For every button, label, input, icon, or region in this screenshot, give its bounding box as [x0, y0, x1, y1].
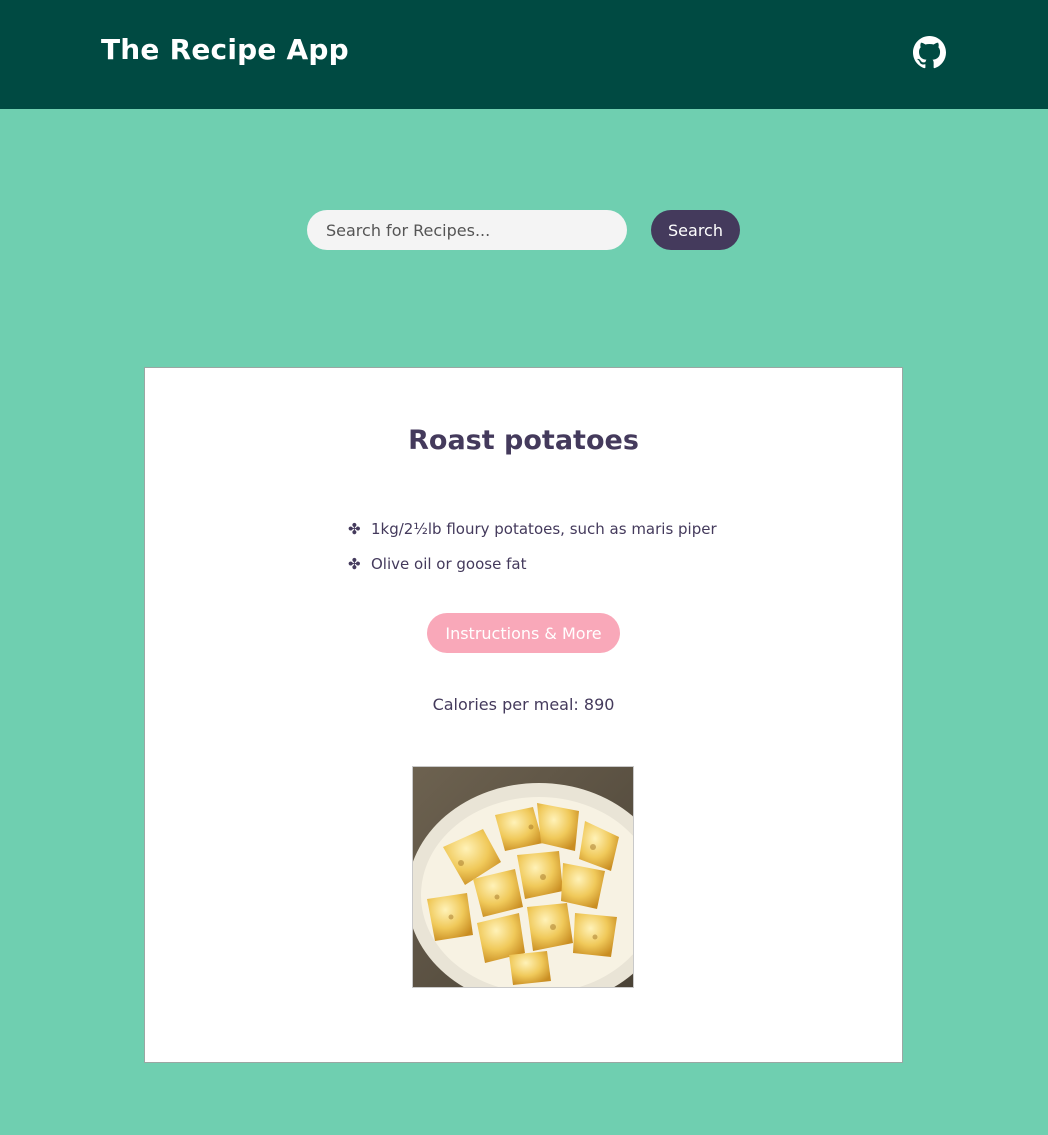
ingredient-text: Olive oil or goose fat — [371, 554, 527, 573]
ingredient-item: ✤ Olive oil or goose fat — [348, 546, 717, 581]
calories-text: Calories per meal: 890 — [432, 695, 615, 714]
recipe-image — [412, 766, 634, 988]
instructions-button[interactable]: Instructions & More — [427, 613, 620, 653]
ingredient-list: ✤ 1kg/2½lb floury potatoes, such as mari… — [348, 511, 717, 581]
search-input[interactable] — [307, 210, 627, 250]
navbar: The Recipe App — [0, 0, 1048, 109]
ingredient-bullet-icon: ✤ — [348, 554, 361, 573]
github-icon[interactable] — [913, 36, 946, 69]
ingredient-text: 1kg/2½lb floury potatoes, such as maris … — [371, 519, 717, 538]
ingredient-item: ✤ 1kg/2½lb floury potatoes, such as mari… — [348, 511, 717, 546]
app-title: The Recipe App — [101, 33, 349, 66]
recipe-title: Roast potatoes — [408, 425, 639, 456]
recipe-card: Roast potatoes ✤ 1kg/2½lb floury potatoe… — [144, 367, 903, 1063]
ingredient-bullet-icon: ✤ — [348, 519, 361, 538]
search-button[interactable]: Search — [651, 210, 740, 250]
